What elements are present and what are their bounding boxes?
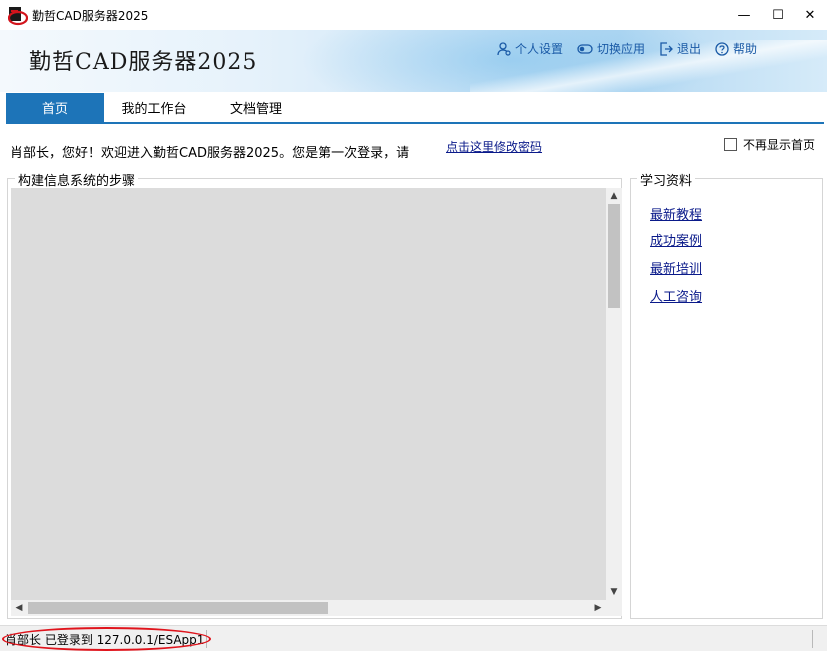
steps-group-title: 构建信息系统的步骤 xyxy=(15,170,139,189)
scroll-down-arrow-icon[interactable]: ▼ xyxy=(606,584,622,600)
minimize-button[interactable]: — xyxy=(727,0,761,30)
switch-app-button[interactable]: 切换应用 xyxy=(577,40,645,57)
scrollbar-corner xyxy=(606,600,622,616)
scroll-left-arrow-icon[interactable]: ◀ xyxy=(11,600,27,616)
no-show-checkbox[interactable] xyxy=(724,138,737,151)
highlight-annotation-oval xyxy=(2,627,211,651)
status-divider-right xyxy=(812,630,813,648)
tab-home[interactable]: 首页 xyxy=(6,93,104,122)
personal-settings-label: 个人设置 xyxy=(515,42,564,56)
scroll-right-arrow-icon[interactable]: ▶ xyxy=(590,600,606,616)
steps-content-area[interactable] xyxy=(11,188,606,600)
vertical-scrollbar[interactable]: ▲ ▼ xyxy=(606,188,622,600)
status-bar: 肖部长 已登录到 127.0.0.1/ESApp1 xyxy=(0,625,827,651)
help-icon xyxy=(715,41,729,56)
user-settings-icon xyxy=(497,41,511,56)
human-consultation-link[interactable]: 人工咨询 xyxy=(650,286,702,305)
help-label: 帮助 xyxy=(733,42,758,56)
vertical-scroll-thumb[interactable] xyxy=(608,204,620,308)
exit-icon xyxy=(660,41,673,56)
tab-bar: 首页 我的工作台 文档管理 xyxy=(6,93,824,124)
toggle-icon xyxy=(577,43,593,54)
header-banner: 勤哲CAD服务器2025 个人设置 切换应用 退出 帮助 xyxy=(0,30,827,92)
logout-button[interactable]: 退出 xyxy=(659,40,701,57)
app-logo-icon xyxy=(8,7,28,26)
welcome-message: 肖部长，您好！欢迎进入勤哲CAD服务器2025。您是第一次登录，请 xyxy=(10,146,410,161)
scroll-up-arrow-icon[interactable]: ▲ xyxy=(606,188,622,204)
success-cases-link[interactable]: 成功案例 xyxy=(650,230,702,249)
learning-group-title: 学习资料 xyxy=(637,170,696,189)
title-bar: 勤哲CAD服务器2025 — ☐ ✕ xyxy=(0,0,827,30)
no-show-homepage-option[interactable]: 不再显示首页 xyxy=(724,136,815,153)
personal-settings-button[interactable]: 个人设置 xyxy=(497,40,563,57)
close-button[interactable]: ✕ xyxy=(793,0,827,30)
banner-title: 勤哲CAD服务器2025 xyxy=(29,50,258,75)
logout-label: 退出 xyxy=(677,42,702,56)
tab-my-workbench[interactable]: 我的工作台 xyxy=(104,93,204,122)
latest-training-link[interactable]: 最新培训 xyxy=(650,258,702,277)
switch-app-label: 切换应用 xyxy=(597,42,646,56)
no-show-label: 不再显示首页 xyxy=(743,138,816,152)
horizontal-scrollbar[interactable]: ◀ ▶ xyxy=(11,600,606,616)
change-password-link[interactable]: 点击这里修改密码 xyxy=(446,138,542,155)
help-button[interactable]: 帮助 xyxy=(715,40,757,57)
tab-document-management[interactable]: 文档管理 xyxy=(204,93,308,122)
banner-actions: 个人设置 切换应用 退出 帮助 xyxy=(497,40,771,57)
latest-tutorials-link[interactable]: 最新教程 xyxy=(650,204,702,223)
maximize-button[interactable]: ☐ xyxy=(761,0,795,30)
horizontal-scroll-thumb[interactable] xyxy=(28,602,328,614)
window-title: 勤哲CAD服务器2025 xyxy=(32,9,149,23)
